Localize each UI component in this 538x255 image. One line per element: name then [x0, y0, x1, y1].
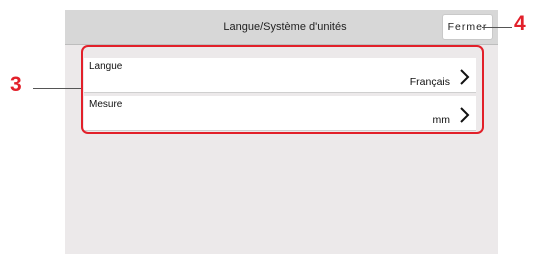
callout-4-leader-line — [482, 27, 512, 28]
screen-title: Langue/Système d'unités — [223, 21, 347, 33]
callout-3-leader-line — [33, 88, 81, 89]
callout-4-number: 4 — [514, 12, 526, 35]
callout-box-settings-list — [81, 45, 484, 134]
callout-3-number: 3 — [10, 73, 22, 96]
header-bar: Langue/Système d'unités Fermer — [65, 10, 498, 45]
